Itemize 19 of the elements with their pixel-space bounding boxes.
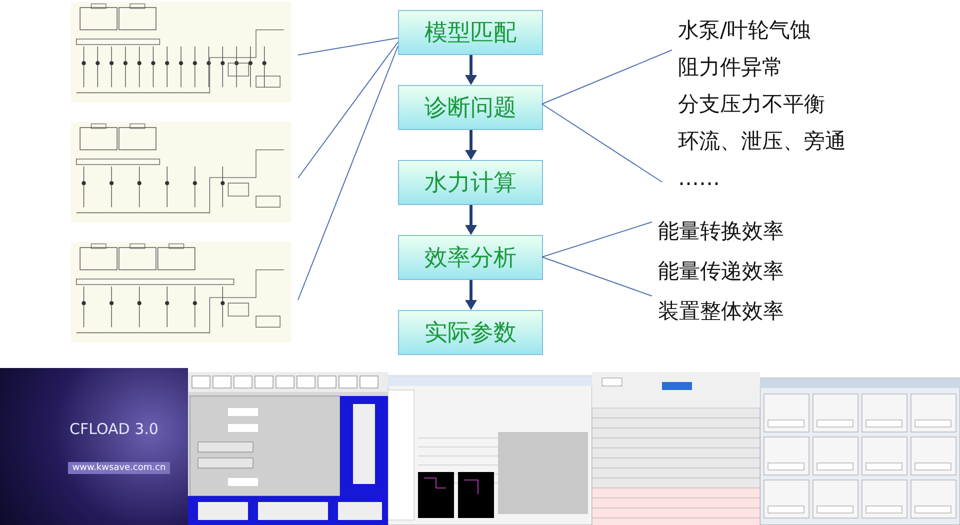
flow-step: 模型匹配	[398, 10, 543, 55]
problem-item: ……	[678, 165, 721, 192]
efficiency-item: 能量传递效率	[658, 258, 785, 285]
problem-item: 水泵/叶轮气蚀	[678, 17, 812, 44]
down-arrow-icon	[464, 205, 476, 235]
problem-item: 分支压力不平衡	[678, 91, 826, 118]
problem-item: 阻力件异常	[678, 54, 784, 81]
splash-title: CFLOAD 3.0	[68, 420, 158, 438]
efficiency-item: 能量转换效率	[658, 218, 785, 245]
down-arrow-icon	[464, 55, 476, 85]
efficiency-item: 装置整体效率	[658, 298, 785, 325]
flow-step: 水力计算	[398, 160, 543, 205]
down-arrow-icon	[464, 130, 476, 160]
problem-item: 环流、泄压、旁通	[678, 128, 846, 155]
splash-url: www.kwsave.com.cn	[68, 462, 170, 474]
flow-step: 诊断问题	[398, 85, 543, 130]
down-arrow-icon	[464, 280, 476, 310]
flow-step: 实际参数	[398, 310, 543, 355]
flow-step: 效率分析	[398, 235, 543, 280]
